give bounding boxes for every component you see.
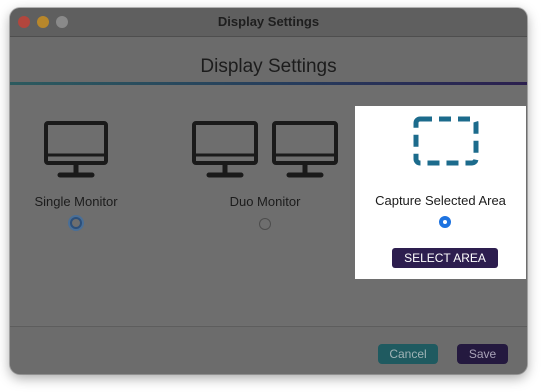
page-title: Display Settings: [200, 56, 337, 77]
option-duo-monitor[interactable]: Duo Monitor: [170, 85, 360, 245]
duo-monitor-radio[interactable]: [259, 218, 271, 230]
cancel-button[interactable]: Cancel: [378, 344, 438, 364]
monitor-icon: [44, 121, 108, 179]
capture-area-radio[interactable]: [439, 216, 451, 228]
option-single-monitor[interactable]: Single Monitor: [10, 85, 140, 245]
title-bar: Display Settings: [10, 8, 527, 37]
window-title: Display Settings: [217, 14, 320, 29]
footer: Cancel Save: [10, 326, 527, 374]
selection-area-icon: [413, 116, 479, 168]
option-label: Duo Monitor: [229, 194, 301, 209]
select-area-button[interactable]: SELECT AREA: [392, 248, 498, 268]
display-settings-window: Display Settings Display Settings Single…: [10, 8, 527, 374]
option-label: Single Monitor: [34, 194, 118, 209]
save-button[interactable]: Save: [457, 344, 508, 364]
option-capture-selected-area[interactable]: Capture Selected Area SELECT AREA: [355, 106, 526, 279]
dual-monitor-icon: [192, 121, 338, 179]
header: Display Settings: [10, 37, 527, 88]
option-label: Capture Selected Area: [375, 193, 506, 208]
display-options: Single Monitor Duo Monitor Capture Selec…: [10, 85, 527, 325]
single-monitor-radio[interactable]: [70, 217, 82, 229]
